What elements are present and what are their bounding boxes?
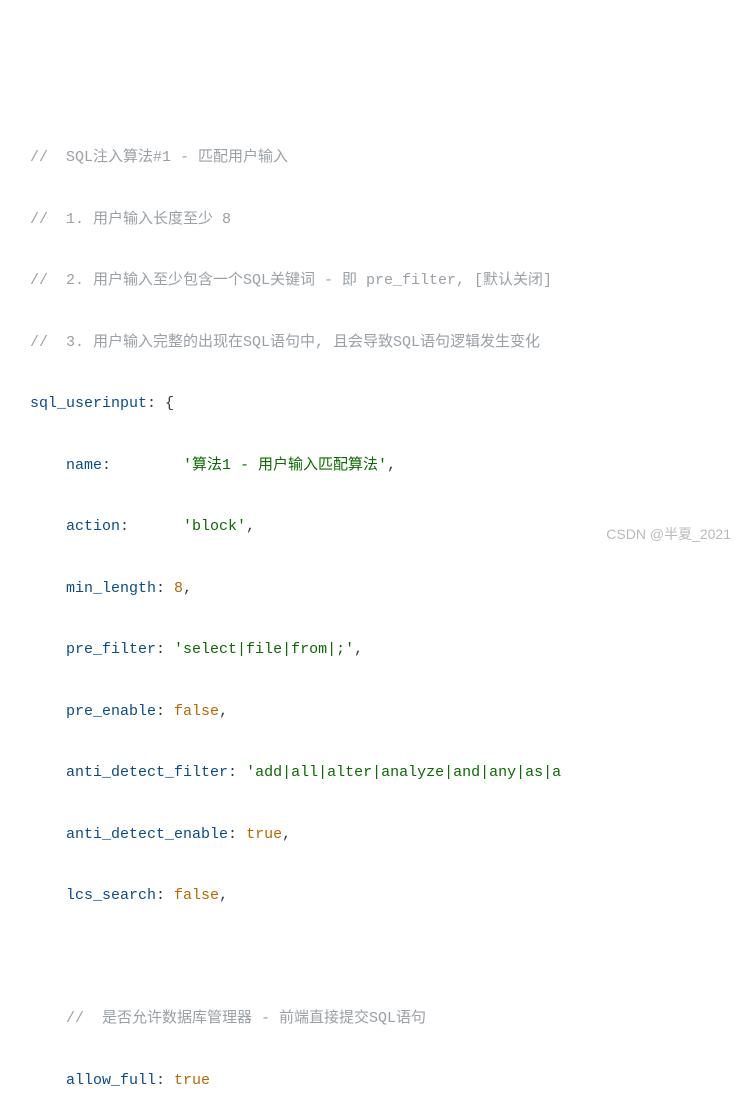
comma: ,: [219, 703, 228, 720]
code-comment-line: // 2. 用户输入至少包含一个SQL关键词 - 即 pre_filter, […: [30, 266, 719, 297]
comma: ,: [183, 580, 192, 597]
entry-key: allow_full: [66, 1072, 156, 1089]
code-comment-line: // 是否允许数据库管理器 - 前端直接提交SQL语句: [30, 1004, 719, 1035]
watermark-text: CSDN @半夏_2021: [606, 520, 731, 549]
comma: ,: [246, 518, 255, 535]
entry-key: pre_filter: [66, 641, 156, 658]
entry-value: 'add|all|alter|analyze|and|any|as|a: [246, 764, 561, 781]
code-comment-line: // 1. 用户输入长度至少 8: [30, 205, 719, 236]
comma: ,: [219, 887, 228, 904]
code-entry-line: pre_enable: false,: [30, 697, 719, 728]
code-entry-line: anti_detect_filter: 'add|all|alter|analy…: [30, 758, 719, 789]
code-entry-line: name: '算法1 - 用户输入匹配算法',: [30, 451, 719, 482]
entry-value: false: [174, 703, 219, 720]
entry-value: true: [246, 826, 282, 843]
entry-value: 'select|file|from|;': [174, 641, 354, 658]
comment-text: // 2. 用户输入至少包含一个SQL关键词 - 即 pre_filter, […: [30, 272, 552, 289]
entry-value: '算法1 - 用户输入匹配算法': [183, 457, 387, 474]
code-entry-line: lcs_search: false,: [30, 881, 719, 912]
entry-key: min_length: [66, 580, 156, 597]
code-block-open: sql_userinput: {: [30, 389, 719, 420]
code-comment-line: // 3. 用户输入完整的出现在SQL语句中, 且会导致SQL语句逻辑发生变化: [30, 328, 719, 359]
entry-value: false: [174, 887, 219, 904]
colon: :: [156, 703, 174, 720]
colon: :: [156, 887, 174, 904]
entry-value: 8: [174, 580, 183, 597]
comma: ,: [387, 457, 396, 474]
colon: :: [120, 518, 183, 535]
comma: ,: [282, 826, 291, 843]
comment-text: // 3. 用户输入完整的出现在SQL语句中, 且会导致SQL语句逻辑发生变化: [30, 334, 540, 351]
entry-value: true: [174, 1072, 210, 1089]
colon: :: [228, 764, 246, 781]
colon: :: [228, 826, 246, 843]
blank-line: [30, 943, 719, 974]
entry-value: 'block': [183, 518, 246, 535]
code-entry-line: min_length: 8,: [30, 574, 719, 605]
entry-key: lcs_search: [66, 887, 156, 904]
colon: :: [156, 580, 174, 597]
comment-text: // SQL注入算法#1 - 匹配用户输入: [30, 149, 288, 166]
entry-key: anti_detect_enable: [66, 826, 228, 843]
entry-key: anti_detect_filter: [66, 764, 228, 781]
entry-key: name: [66, 457, 102, 474]
code-entry-line: allow_full: true: [30, 1066, 719, 1097]
code-entry-line: anti_detect_enable: true,: [30, 820, 719, 851]
colon: :: [156, 641, 174, 658]
code-entry-line: pre_filter: 'select|file|from|;',: [30, 635, 719, 666]
entry-key: pre_enable: [66, 703, 156, 720]
brace-open: : {: [147, 395, 174, 412]
entry-key: action: [66, 518, 120, 535]
colon: :: [102, 457, 183, 474]
comma: ,: [354, 641, 363, 658]
comment-text: // 1. 用户输入长度至少 8: [30, 211, 231, 228]
colon: :: [156, 1072, 174, 1089]
code-comment-line: // SQL注入算法#1 - 匹配用户输入: [30, 143, 719, 174]
comment-text: // 是否允许数据库管理器 - 前端直接提交SQL语句: [66, 1010, 426, 1027]
block-key: sql_userinput: [30, 395, 147, 412]
